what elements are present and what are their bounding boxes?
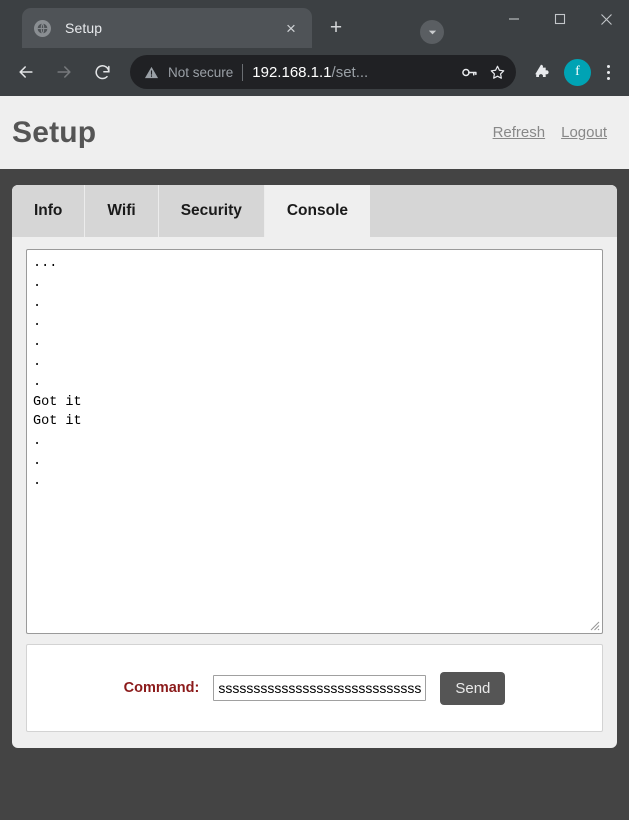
command-input[interactable]	[213, 675, 427, 701]
panel-wrapper: Info Wifi Security Console ... . . . . .…	[0, 169, 629, 748]
minimize-button[interactable]	[491, 0, 537, 38]
console-output[interactable]: ... . . . . . . Got it Got it . . .	[26, 249, 603, 634]
avatar[interactable]: f	[564, 58, 591, 86]
url-path: /set...	[331, 63, 369, 81]
arrow-right-icon[interactable]	[48, 56, 80, 88]
command-label: Command:	[123, 680, 200, 696]
new-tab-button[interactable]: +	[322, 13, 350, 41]
browser-tab-setup[interactable]: Setup ×	[22, 8, 312, 48]
three-dot-menu-icon[interactable]	[595, 57, 621, 87]
omnibox-divider	[242, 63, 244, 81]
globe-icon	[34, 19, 51, 37]
puzzle-piece-icon[interactable]	[526, 57, 556, 87]
tab-security[interactable]: Security	[158, 185, 265, 237]
address-bar[interactable]: Not secure 192.168.1.1/set...	[130, 55, 516, 89]
maximize-button[interactable]	[537, 0, 583, 38]
command-form: Command: Send	[26, 644, 603, 732]
tab-bar-filler	[371, 185, 617, 237]
browser-tab-strip: Setup × +	[0, 0, 629, 48]
browser-toolbar: Not secure 192.168.1.1/set... f	[0, 48, 629, 96]
site-header: Setup Refresh Logout	[0, 96, 629, 169]
security-status-label: Not secure	[168, 64, 234, 80]
refresh-link[interactable]: Refresh	[493, 124, 546, 141]
window-controls	[491, 0, 629, 38]
panel-body: ... . . . . . . Got it Got it . . . Comm…	[12, 237, 617, 748]
setup-panel: Info Wifi Security Console ... . . . . .…	[12, 185, 617, 748]
header-links: Refresh Logout	[493, 124, 607, 141]
key-icon[interactable]	[456, 59, 482, 85]
url-host: 192.168.1.1	[252, 63, 332, 81]
close-window-button[interactable]	[583, 0, 629, 38]
warning-triangle-icon	[144, 65, 159, 80]
chevron-down-icon[interactable]	[420, 20, 444, 44]
close-icon[interactable]: ×	[280, 17, 302, 39]
page-viewport: Setup Refresh Logout Info Wifi Security …	[0, 96, 629, 820]
browser-tab-title: Setup	[65, 20, 103, 36]
tab-console[interactable]: Console	[264, 185, 372, 237]
star-icon[interactable]	[484, 59, 510, 85]
send-button[interactable]: Send	[440, 671, 506, 705]
arrow-left-icon[interactable]	[10, 56, 42, 88]
browser-window: Setup × + Not secure 192.168.1.1/set... …	[0, 0, 629, 820]
tab-wifi[interactable]: Wifi	[85, 185, 159, 237]
resize-grip-icon[interactable]	[587, 618, 600, 631]
page-title: Setup	[12, 115, 97, 149]
reload-icon[interactable]	[86, 56, 118, 88]
url-text: 192.168.1.1/set...	[252, 64, 454, 81]
tab-info[interactable]: Info	[12, 185, 86, 237]
panel-tab-bar: Info Wifi Security Console	[12, 185, 617, 237]
logout-link[interactable]: Logout	[561, 124, 607, 141]
